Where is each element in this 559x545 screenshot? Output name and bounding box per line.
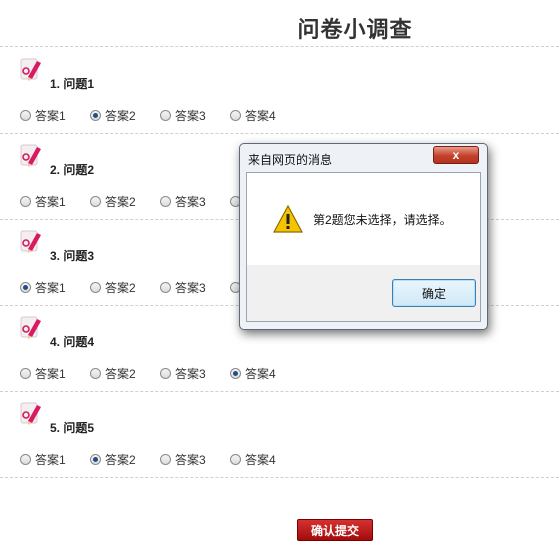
answer-option[interactable]: 答案3	[160, 365, 206, 381]
radio-button[interactable]	[160, 281, 171, 293]
alert-dialog: 来自网页的消息 x 第2题您未选择，请选择。 确定	[239, 143, 488, 330]
ok-button[interactable]: 确定	[392, 279, 476, 307]
question-number: 2.	[50, 163, 61, 177]
answer-option[interactable]: 答案2	[90, 279, 136, 295]
pencil-icon	[20, 316, 41, 339]
pencil-icon	[20, 144, 41, 167]
question-label: 问题3	[63, 249, 95, 263]
question-title: 5. 问题5	[50, 419, 94, 436]
answer-label: 答案3	[175, 194, 206, 209]
answer-label: 答案1	[35, 366, 66, 381]
radio-button[interactable]	[230, 367, 241, 379]
answer-label: 答案4	[245, 108, 276, 123]
answer-option[interactable]: 答案4	[230, 451, 276, 467]
dialog-title: 来自网页的消息	[248, 153, 333, 167]
radio-button[interactable]	[230, 453, 241, 465]
question-number: 3.	[50, 249, 61, 263]
warning-icon	[273, 205, 303, 233]
answer-label: 答案3	[175, 452, 206, 467]
answer-option[interactable]: 答案4	[230, 365, 276, 381]
radio-button[interactable]	[20, 281, 31, 293]
dialog-body: 第2题您未选择，请选择。 确定	[246, 172, 481, 322]
divider	[0, 477, 559, 478]
question-title: 2. 问题2	[50, 161, 94, 178]
submit-button[interactable]: 确认提交	[297, 519, 373, 541]
radio-button[interactable]	[160, 109, 171, 121]
pencil-icon	[20, 58, 41, 81]
answer-group: 答案1 答案2 答案3 答案4	[20, 451, 559, 467]
answer-option[interactable]: 答案1	[20, 365, 66, 381]
answer-group: 答案1 答案2 答案3 答案4	[20, 365, 559, 381]
answer-label: 答案1	[35, 108, 66, 123]
question-label: 问题2	[63, 163, 95, 177]
answer-option[interactable]: 答案3	[160, 451, 206, 467]
radio-button[interactable]	[90, 195, 101, 207]
pencil-icon	[20, 230, 41, 253]
answer-label: 答案1	[35, 452, 66, 467]
answer-label: 答案1	[35, 280, 66, 295]
answer-option[interactable]: 答案2	[90, 365, 136, 381]
radio-button[interactable]	[20, 367, 31, 379]
question-number: 1.	[50, 77, 61, 91]
question-block: 5. 问题5 答案1 答案2 答案3 答案4	[0, 391, 559, 477]
question-block: 1. 问题1 答案1 答案2 答案3 答案4	[0, 47, 559, 133]
dialog-message: 第2题您未选择，请选择。	[313, 213, 452, 227]
answer-option[interactable]: 答案3	[160, 107, 206, 123]
answer-option[interactable]: 答案2	[90, 193, 136, 209]
answer-label: 答案2	[105, 280, 136, 295]
question-number: 5.	[50, 421, 61, 435]
radio-button[interactable]	[20, 453, 31, 465]
answer-label: 答案3	[175, 280, 206, 295]
answer-label: 答案3	[175, 108, 206, 123]
radio-button[interactable]	[20, 109, 31, 121]
answer-label: 答案1	[35, 194, 66, 209]
answer-option[interactable]: 答案1	[20, 279, 66, 295]
radio-button[interactable]	[90, 109, 101, 121]
answer-label: 答案2	[105, 194, 136, 209]
dialog-close-button[interactable]: x	[433, 146, 479, 164]
radio-button[interactable]	[20, 195, 31, 207]
answer-label: 答案3	[175, 366, 206, 381]
radio-button[interactable]	[160, 195, 171, 207]
radio-button[interactable]	[160, 367, 171, 379]
answer-label: 答案4	[245, 366, 276, 381]
answer-option[interactable]: 答案4	[230, 107, 276, 123]
question-label: 问题4	[63, 335, 95, 349]
answer-option[interactable]: 答案1	[20, 451, 66, 467]
answer-label: 答案4	[245, 452, 276, 467]
radio-button[interactable]	[90, 367, 101, 379]
radio-button[interactable]	[160, 453, 171, 465]
answer-option[interactable]: 答案3	[160, 279, 206, 295]
answer-option[interactable]: 答案3	[160, 193, 206, 209]
radio-button[interactable]	[90, 281, 101, 293]
page-title: 问卷小调查	[297, 17, 413, 42]
question-title: 1. 问题1	[50, 75, 94, 92]
answer-option[interactable]: 答案2	[90, 451, 136, 467]
question-label: 问题5	[63, 421, 95, 435]
answer-option[interactable]: 答案2	[90, 107, 136, 123]
pencil-icon	[20, 402, 41, 425]
answer-option[interactable]: 答案1	[20, 107, 66, 123]
radio-button[interactable]	[90, 453, 101, 465]
answer-label: 答案2	[105, 366, 136, 381]
question-title: 4. 问题4	[50, 333, 94, 350]
answer-label: 答案2	[105, 108, 136, 123]
answer-group: 答案1 答案2 答案3 答案4	[20, 107, 559, 123]
radio-button[interactable]	[230, 109, 241, 121]
question-label: 问题1	[63, 77, 95, 91]
question-number: 4.	[50, 335, 61, 349]
answer-label: 答案2	[105, 452, 136, 467]
question-title: 3. 问题3	[50, 247, 94, 264]
answer-option[interactable]: 答案1	[20, 193, 66, 209]
